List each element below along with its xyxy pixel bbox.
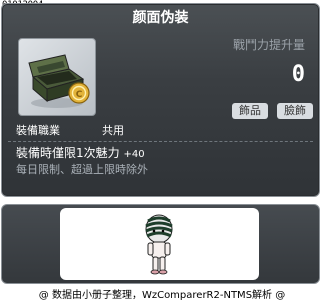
- svg-text:C: C: [76, 90, 83, 100]
- limit-line: 每日限制、超過上限時除外: [16, 163, 148, 176]
- item-title: 颜面伪装: [132, 10, 189, 26]
- effect-line: 裝備時僅限1次魅力 +40: [16, 145, 145, 163]
- effect-text: 裝備時僅限1次魅力: [16, 146, 120, 160]
- item-tooltip: 颜面伪装 C 戰鬥力提升量 0 飾品 臉飾 裝備職業 共用 裝備時僅限1次魅力 …: [1, 3, 320, 197]
- item-icon-frame: C: [18, 38, 96, 116]
- item-icon: C: [28, 54, 90, 108]
- tag-accessory: 飾品: [232, 103, 268, 119]
- footer-credit: @ 数据由小册子整理，WzComparerR2-NTMS解析 @: [38, 290, 286, 301]
- job-value: 共用: [102, 124, 124, 137]
- combat-power-value: 0: [291, 62, 305, 87]
- avatar-preview-box: [60, 208, 259, 280]
- tag-face-accessory: 臉飾: [277, 103, 313, 119]
- divider: [8, 141, 313, 142]
- combat-power-label: 戰鬥力提升量: [232, 38, 305, 52]
- job-label: 裝備職業: [16, 124, 60, 137]
- avatar-icon: [145, 214, 173, 275]
- avatar-preview-panel: [1, 204, 320, 284]
- effect-bonus: +40: [123, 149, 145, 160]
